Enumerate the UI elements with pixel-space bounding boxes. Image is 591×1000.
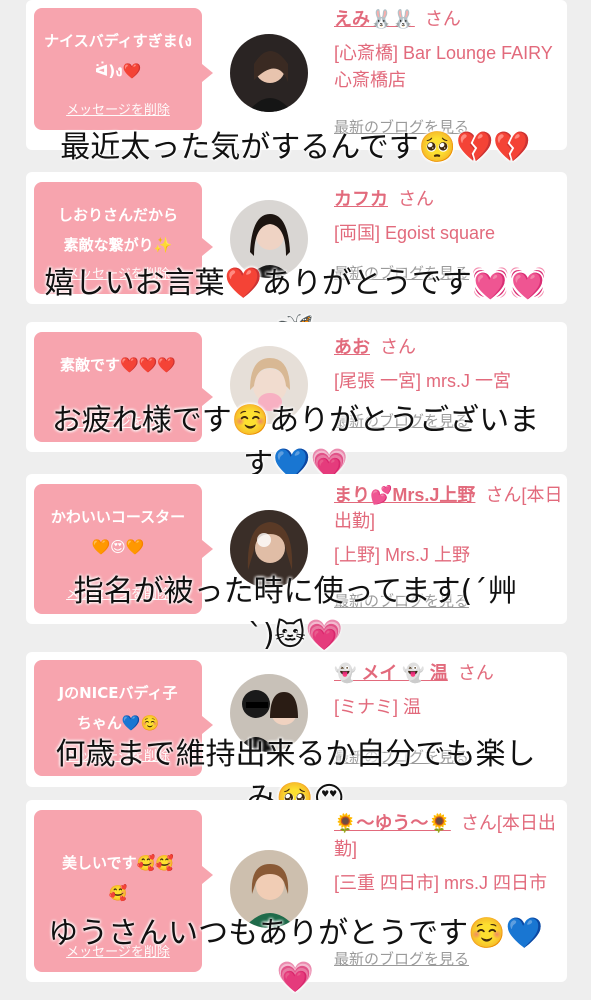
honorific: さん (380, 337, 416, 357)
message-text: 素敵です❤️❤️❤️ (59, 356, 177, 374)
honorific: さん (457, 663, 494, 683)
author-info: 🌻〜ゆう〜🌻 さん[本日出勤] [三重 四日市] mrs.J 四日市 (334, 810, 564, 897)
avatar[interactable] (230, 34, 308, 112)
author-info: 👻 メイ 👻 温さん [ミナミ] 温 (334, 660, 564, 721)
author-info: まり💕Mrs.J上野 さん[本日出勤] [上野] Mrs.J 上野 (334, 482, 564, 569)
shop-label: [両国] Egoist square (334, 223, 496, 243)
author-name-link[interactable]: カフカ (334, 189, 388, 209)
overlay-caption: 最近太った気がするんです🥺💔💔 (60, 130, 531, 165)
message-text: しおりさんだから 素敵な繋がり✨ (57, 206, 178, 254)
author-name-link[interactable]: 🌻〜ゆう〜🌻 (334, 813, 451, 833)
shop-label: [心斎橋] Bar Lounge FAIRY 心斎橋店 (334, 43, 553, 90)
author-name-link[interactable]: 👻 メイ 👻 温 (334, 663, 448, 683)
delete-message-link[interactable]: メッセージを削除 (34, 99, 202, 118)
message-bubble: ナイスバディすぎま(ง ᐛ)ง❤️ メッセージを削除 (34, 8, 213, 130)
author-name-link[interactable]: まり💕Mrs.J上野 (334, 485, 475, 505)
author-info: カフカ さん [両国] Egoist square (334, 186, 564, 247)
author-info: あお さん [尾張 一宮] mrs.J 一宮 (334, 334, 564, 395)
shop-label: [尾張 一宮] mrs.J 一宮 (334, 371, 511, 391)
overlay-caption: ゆうさんいつもありがとうです☺️💙 💗 (48, 916, 543, 995)
honorific: さん (424, 9, 461, 29)
overlay-caption: 指名が被った時に使ってます(´艸 `)🐱💗 (73, 574, 518, 653)
message-text: ナイスバディすぎま(ง ᐛ)ง❤️ (44, 32, 192, 80)
shop-label: [ミナミ] 温 (334, 697, 422, 717)
shop-label: [上野] Mrs.J 上野 (334, 545, 470, 565)
author-name-link[interactable]: あお (334, 337, 370, 357)
message-text: 美しいです🥰🥰 🥰 (62, 854, 174, 902)
author-info: えみ🐰🐰 さん [心斎橋] Bar Lounge FAIRY 心斎橋店 (334, 6, 564, 94)
message-text: かわいいコースター🧡😍🧡 (50, 508, 186, 556)
shop-label: [三重 四日市] mrs.J 四日市 (334, 873, 547, 893)
author-name-link[interactable]: えみ🐰🐰 (334, 9, 415, 29)
honorific: さん (398, 189, 434, 209)
message-text: JのNICEバディ子 ちゃん💙☺️ (58, 684, 178, 732)
